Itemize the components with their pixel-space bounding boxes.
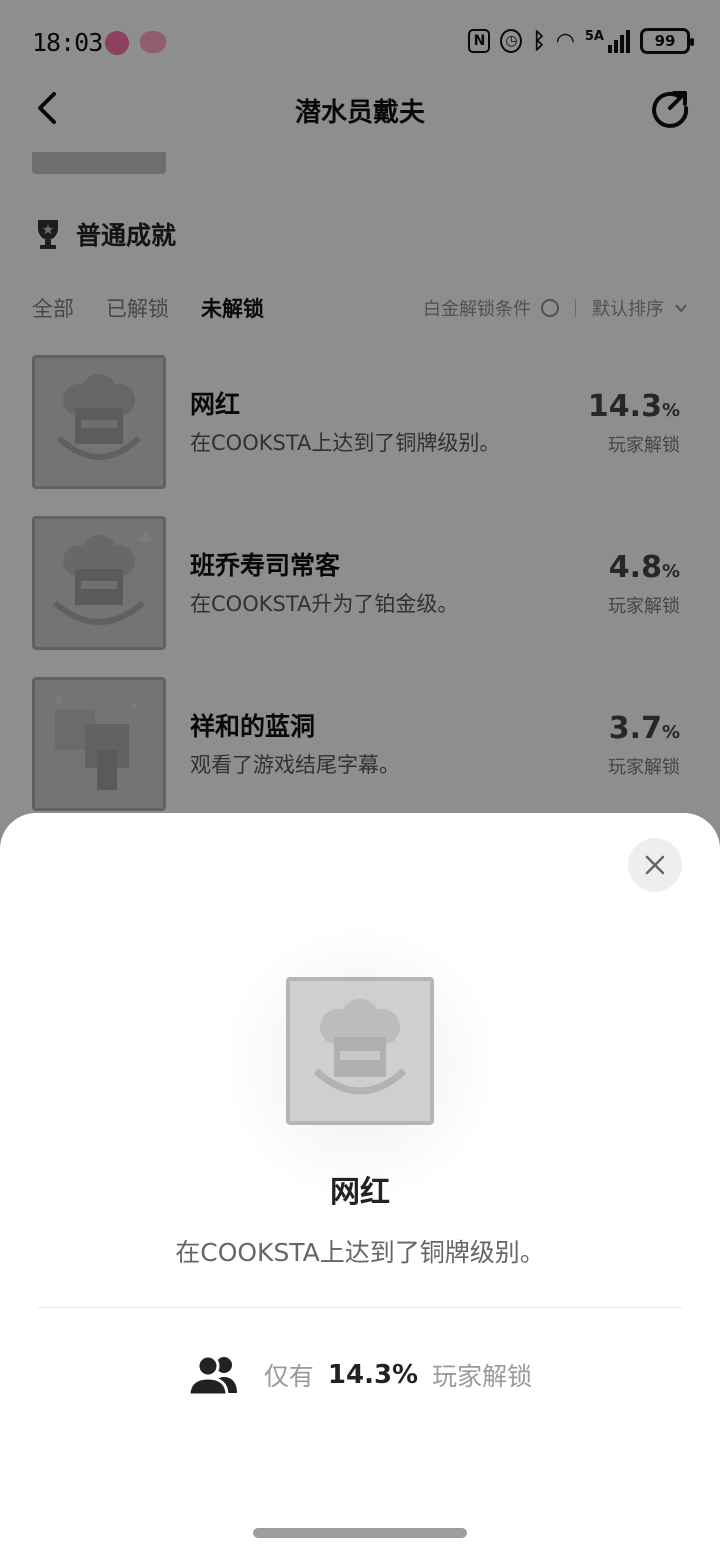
achievement-badge-large — [286, 977, 434, 1125]
achievement-detail-sheet: 网红 在COOKSTA上达到了铜牌级别。 仅有 14.3% 玩家解锁 — [0, 813, 720, 1549]
users-icon — [187, 1354, 237, 1397]
stat-prefix: 仅有 — [263, 1362, 314, 1391]
stat-suffix: 玩家解锁 — [432, 1362, 533, 1391]
close-button[interactable] — [628, 838, 682, 892]
divider — [38, 1307, 682, 1308]
stat-percent: 14.3% — [327, 1360, 419, 1390]
chef-hat-icon — [313, 999, 407, 1095]
close-icon — [645, 855, 665, 875]
sheet-achievement-name: 网红 — [330, 1175, 390, 1210]
unlock-stat: 仅有 14.3% 玩家解锁 — [0, 1353, 720, 1397]
sheet-achievement-desc: 在COOKSTA上达到了铜牌级别。 — [175, 1238, 545, 1267]
home-indicator[interactable] — [253, 1528, 467, 1538]
